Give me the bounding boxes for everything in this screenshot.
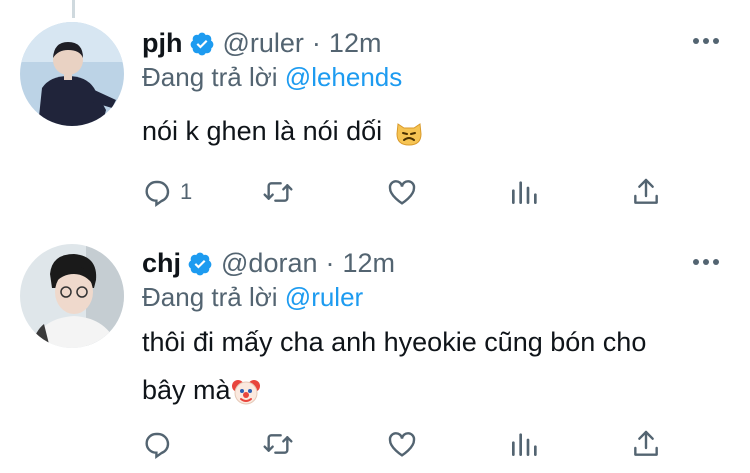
share-icon [634,430,658,456]
timestamp[interactable]: 12m [329,28,382,59]
separator-dot: · [325,248,335,278]
tweet-text: thôi đi mấy cha anh hyeokie cũng bón cho… [142,318,732,414]
clown-face-icon [231,379,260,405]
analytics-icon [512,181,537,204]
tweet-doran[interactable]: chj @doran · 12m Đang trả lời @ruler thô… [0,230,750,473]
heart-icon [388,180,416,205]
timestamp[interactable]: 12m [342,248,395,279]
handle[interactable]: @ruler [223,28,304,59]
tweet-text-line-2-content: bây mà [142,375,231,405]
tweet-text-line-1: thôi đi mấy cha anh hyeokie cũng bón cho [142,327,647,357]
reply-prefix: Đang trả lời [142,62,278,92]
reply-mention[interactable]: @ruler [285,282,363,312]
reply-count: 1 [180,179,193,204]
retweet-button[interactable] [262,427,294,461]
reply-button[interactable]: 1 [142,175,192,209]
share-icon [634,178,658,204]
like-button[interactable] [386,175,418,209]
replying-to: Đang trả lời @lehends [142,62,402,93]
verified-badge-icon [190,32,213,55]
tweet-header: chj @doran · 12m [142,248,395,279]
reply-icon [145,180,170,207]
display-name[interactable]: pjh [142,28,183,59]
tweet-ruler[interactable]: pjh @ruler · 12m Đang trả lời @lehends n… [0,0,750,230]
tweet-actions [142,427,662,461]
separator-dot: · [311,28,321,58]
more-icon[interactable] [693,259,719,265]
reply-prefix: Đang trả lời [142,282,278,312]
display-name[interactable]: chj [142,248,181,279]
retweet-button[interactable] [262,175,294,209]
like-button[interactable] [386,427,418,461]
heart-icon [388,432,416,457]
reply-icon [145,432,170,459]
share-button[interactable] [630,427,662,461]
avatar[interactable] [20,22,124,126]
replying-to: Đang trả lời @ruler [142,282,363,313]
handle[interactable]: @doran [221,248,317,279]
tweet-actions: 1 [142,175,662,209]
verified-badge-icon [188,252,212,275]
reply-button[interactable] [142,427,180,461]
analytics-button[interactable] [508,427,540,461]
grumpy-cat-face-icon [396,122,422,146]
retweet-icon [263,182,293,202]
analytics-button[interactable] [508,175,540,209]
share-button[interactable] [630,175,662,209]
reply-mention[interactable]: @lehends [285,62,402,92]
retweet-icon [263,434,293,454]
tweet-text-line-2: bây mà [142,366,732,414]
avatar[interactable] [20,244,124,348]
tweet-text: nói k ghen là nói dối [142,107,732,155]
more-icon[interactable] [693,38,719,44]
tweet-header: pjh @ruler · 12m [142,28,381,59]
tweet-text-content: nói k ghen là nói dối [142,116,383,146]
analytics-icon [512,433,537,456]
